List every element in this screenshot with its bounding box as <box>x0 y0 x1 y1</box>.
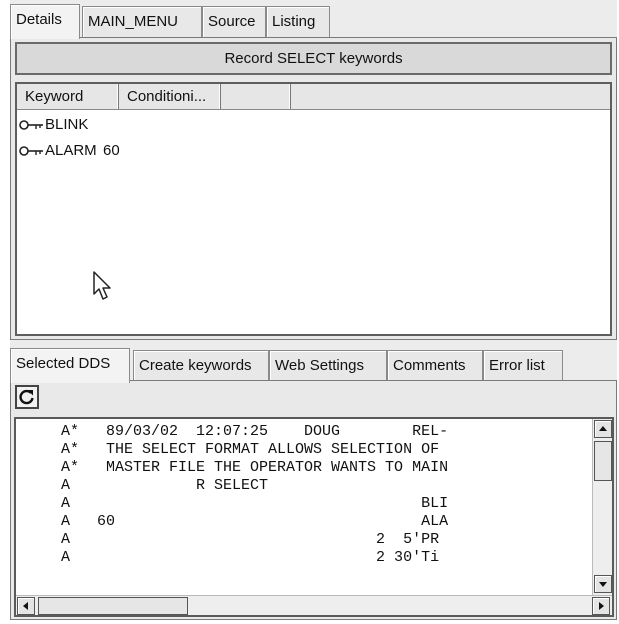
vertical-scrollbar[interactable] <box>592 419 612 595</box>
scroll-up-button[interactable] <box>594 420 612 438</box>
code-line: A BLI <box>16 495 449 512</box>
tab-listing[interactable]: Listing <box>266 6 330 37</box>
scroll-right-button[interactable] <box>592 597 610 615</box>
column-header-empty[interactable] <box>221 84 291 109</box>
dds-editor-window: Details MAIN_MENU Source Listing Record … <box>10 0 617 620</box>
dds-code-lines: A* 89/03/02 12:07:25 DOUG REL- A* THE SE… <box>16 423 594 593</box>
keyword-name: BLINK <box>45 116 89 133</box>
arrow-up-icon <box>599 426 607 431</box>
arrow-left-icon <box>23 602 28 610</box>
selected-dds-panel: A* 89/03/02 12:07:25 DOUG REL- A* THE SE… <box>10 380 617 620</box>
keyword-list-header: Keyword Conditioni... <box>17 84 610 110</box>
record-keywords-header: Record SELECT keywords <box>15 42 612 75</box>
keyword-row[interactable]: BLINK <box>19 114 103 136</box>
horizontal-scrollbar[interactable] <box>16 595 612 615</box>
top-tab-strip: Details MAIN_MENU Source Listing <box>10 4 617 39</box>
tab-web-settings[interactable]: Web Settings <box>269 350 387 381</box>
tab-details[interactable]: Details <box>10 4 80 39</box>
keyword-row[interactable]: ALARM 60 <box>19 140 120 162</box>
tab-create-keywords[interactable]: Create keywords <box>133 350 269 381</box>
scroll-left-button[interactable] <box>17 597 35 615</box>
refresh-icon <box>19 389 34 405</box>
scroll-down-button[interactable] <box>594 575 612 593</box>
details-panel: Record SELECT keywords Keyword Condition… <box>10 37 617 340</box>
refresh-button[interactable] <box>15 385 39 409</box>
arrow-right-icon <box>599 602 604 610</box>
keyword-list[interactable]: Keyword Conditioni... BLINK ALARM 60 <box>15 82 612 336</box>
code-line: A* 89/03/02 12:07:25 DOUG REL- <box>16 423 449 440</box>
tab-selected-dds[interactable]: Selected DDS <box>10 348 130 383</box>
code-line: A 2 5'PR <box>16 531 440 548</box>
column-header-condition[interactable]: Conditioni... <box>119 84 221 109</box>
column-header-keyword[interactable]: Keyword <box>17 84 119 109</box>
tab-main-menu[interactable]: MAIN_MENU <box>82 6 202 37</box>
dds-source-view[interactable]: A* 89/03/02 12:07:25 DOUG REL- A* THE SE… <box>14 417 614 617</box>
vertical-scroll-thumb[interactable] <box>594 441 612 481</box>
bottom-tab-strip: Selected DDS Create keywords Web Setting… <box>10 348 617 383</box>
key-icon <box>19 146 43 156</box>
code-line: A* MASTER FILE THE OPERATOR WANTS TO MAI… <box>16 459 449 476</box>
keyword-condition: 60 <box>103 142 120 159</box>
code-line: A 2 30'Ti <box>16 549 440 566</box>
horizontal-scroll-thumb[interactable] <box>38 597 188 615</box>
key-icon <box>19 120 43 130</box>
code-line: A* THE SELECT FORMAT ALLOWS SELECTION OF <box>16 441 440 458</box>
keyword-name: ALARM <box>45 142 97 159</box>
code-line: A R SELECT <box>16 477 269 494</box>
arrow-down-icon <box>599 582 607 587</box>
tab-error-list[interactable]: Error list <box>483 350 563 381</box>
code-line: A 60 ALA <box>16 513 449 530</box>
mouse-cursor-icon <box>93 271 111 300</box>
tab-source[interactable]: Source <box>202 6 266 37</box>
tab-comments[interactable]: Comments <box>387 350 483 381</box>
